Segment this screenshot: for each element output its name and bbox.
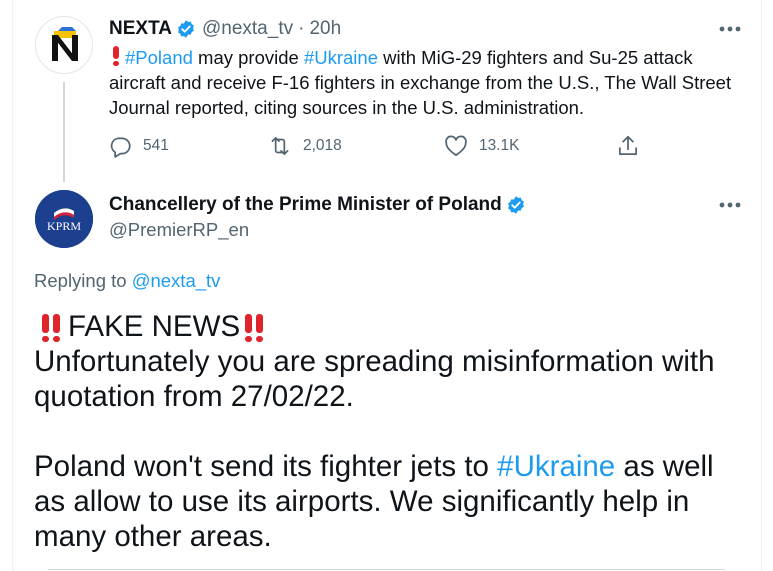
header-separator: · [298,18,305,39]
tweet2-text: FAKE NEWS Unfortunately you are spreadin… [34,309,744,554]
share-icon [619,135,637,155]
reply-icon [110,137,131,158]
exclamation-icon [109,46,125,66]
like-button[interactable]: 13.1K [443,133,520,159]
replying-to-mention[interactable]: @nexta_tv [132,270,221,291]
tweet2-paragraph-2: Poland won't send its fighter jets to #U… [34,449,744,554]
tweet1-text: #Poland may provide #Ukraine with MiG-29… [109,45,744,120]
tweet1-handle[interactable]: @nexta_tv [202,18,293,40]
fake-news-line: FAKE NEWS [34,309,744,344]
thread-connector-line [63,82,65,182]
tweet2-header: Chancellery of the Prime Minister of Pol… [109,194,526,216]
tweet1-timestamp[interactable]: 20h [309,18,341,40]
retweet-icon [271,137,289,155]
fake-news-text: FAKE NEWS [68,310,241,343]
replying-to-label: Replying to [34,270,132,291]
reply-button[interactable]: 541 [107,133,169,159]
tweet2-text-part: Poland won't send its fighter jets to [34,450,498,483]
verified-badge-icon [176,19,196,39]
tweet2-author-name[interactable]: Chancellery of the Prime Minister of Pol… [109,194,502,216]
replying-to-line: Replying to @nexta_tv [34,270,220,292]
tweet2-handle[interactable]: @PremierRP_en [109,219,249,241]
hashtag-ukraine[interactable]: #Ukraine [497,450,615,483]
tweet1-header: NEXTA @nexta_tv · 20h [109,18,341,40]
more-icon[interactable] [719,202,741,208]
tweet1-author-name[interactable]: NEXTA [109,18,172,40]
tweet1-actions: 541 2,018 13.1K [107,133,647,163]
tweet1-text-part: may provide [192,47,304,68]
tweet2-paragraph-1: Unfortunately you are spreading misinfor… [34,345,715,413]
double-exclamation-icon [34,311,68,343]
kprm-logo: KPRM [35,190,93,248]
more-icon[interactable] [719,26,741,32]
nexta-logo [52,27,78,61]
kprm-avatar[interactable]: KPRM [35,190,93,248]
nexta-avatar[interactable] [35,16,93,74]
retweet-count: 2,018 [303,137,342,154]
like-count: 13.1K [479,137,520,154]
double-exclamation-icon [240,311,274,343]
verified-badge-icon [506,195,526,215]
like-icon [445,135,467,157]
retweet-button[interactable]: 2,018 [267,133,342,159]
kprm-avatar-text: KPRM [47,219,81,233]
reply-count: 541 [143,137,169,154]
divider [48,569,725,570]
hashtag-ukraine[interactable]: #Ukraine [304,47,378,68]
hashtag-poland[interactable]: #Poland [125,47,193,68]
share-button[interactable] [615,133,641,159]
